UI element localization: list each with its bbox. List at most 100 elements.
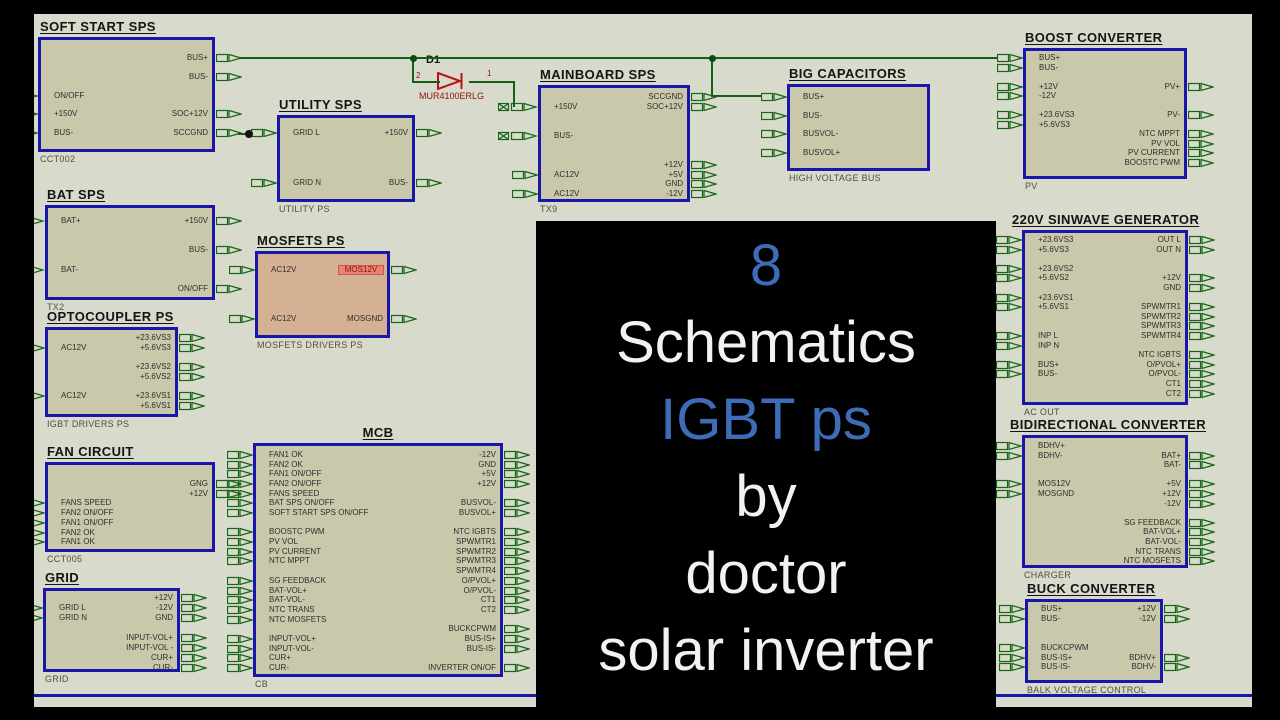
mcb-pin-ntc-igbts: NTC IGBTS [269, 527, 496, 537]
mainboard-sps-pin-icon [498, 102, 538, 112]
mcb-pin-icon [227, 556, 253, 566]
buck-converter-pin-icon [999, 604, 1025, 614]
soft-start-sps-pin-on-off: ON/OFF [54, 91, 208, 101]
optocoupler-ps-pin-icon [179, 401, 205, 411]
bat-sps-pin-150v: +150V [61, 216, 208, 226]
fan-circuit-pin-12v: +12V [61, 489, 208, 499]
bidirectional-converter-pin-12v: -12V [1038, 499, 1181, 509]
mcb-pin-icon [227, 605, 253, 615]
fan-circuit-title: FAN CIRCUIT [47, 445, 134, 459]
sinwave-generator-pin-icon [1189, 283, 1215, 293]
bidirectional-converter-pin-icon [1189, 479, 1215, 489]
optocoupler-ps-pin-icon [179, 362, 205, 372]
mainboard-sps-pin-12v: +12V [554, 160, 683, 170]
buck-converter-pin-bdhv: BDHV+ [1041, 653, 1156, 663]
grid-pin-icon [181, 613, 207, 623]
wire-junction-dot [245, 130, 253, 138]
mcb-pin-ntc-mosfets: NTC MOSFETS [269, 615, 496, 625]
mcb-pin-icon [504, 586, 530, 596]
bat-sps-pin-bat: BAT- [61, 265, 208, 275]
mcb-pin-busvol: BUSVOL+ [269, 508, 496, 518]
soft-start-sps-title: SOFT START SPS [40, 20, 156, 34]
mcb-pin-icon [227, 547, 253, 557]
sinwave-generator-pin-12v: +12V [1038, 273, 1181, 283]
sinwave-generator-pin-icon [996, 369, 1022, 379]
boost-converter-pin-icon [1188, 139, 1214, 149]
wire-segment [412, 81, 440, 83]
sinwave-generator-pin-icon [996, 331, 1022, 341]
mcb-pin-icon [504, 469, 530, 479]
soft-start-sps-pin-icon [34, 128, 38, 138]
big-capacitors-pin-bus: BUS+ [803, 92, 923, 102]
mosfets-ps-pin-mos12v: MOS12V [338, 265, 384, 275]
sinwave-generator-pin-gnd: GND [1038, 283, 1181, 293]
mcb-pin-icon [504, 556, 530, 566]
bidirectional-converter-pin-bdhv: BDHV+ [1038, 441, 1181, 451]
mcb-pin-icon [504, 644, 530, 654]
mcb-pin-icon [504, 576, 530, 586]
sinwave-generator-pin-icon [1189, 312, 1215, 322]
mainboard-sps-pin-sccgnd: SCCGND [554, 92, 683, 102]
fan-circuit-pin-fans-speed: FANS SPEED [61, 498, 208, 508]
bidirectional-converter-pin-icon [1189, 518, 1215, 528]
mcb-pin-o-pvol: O/PVOL- [269, 586, 496, 596]
soft-start-sps-label: CCT002 [40, 154, 75, 164]
soft-start-sps-pin-bus: BUS- [54, 72, 208, 82]
overlay-line: doctor [536, 535, 996, 612]
mcb-pin-icon [504, 547, 530, 557]
boost-converter-pin-bus: BUS+ [1039, 53, 1180, 63]
big-capacitors-pin-icon [761, 148, 787, 158]
buck-converter-title: BUCK CONVERTER [1027, 582, 1155, 596]
boost-converter-pin-icon [1188, 82, 1214, 92]
boost-converter-pin-5-6vs3: +5.6VS3 [1039, 120, 1180, 130]
buck-converter-label: BALK VOLTAGE CONTROL [1027, 685, 1146, 695]
grid-pin-icon [181, 603, 207, 613]
boost-converter-pin-bus: BUS- [1039, 63, 1180, 73]
boost-converter-pin-icon [1188, 110, 1214, 120]
mcb-pin-icon [504, 450, 530, 460]
utility-sps-pin-icon [251, 128, 277, 138]
mcb-pin-icon [227, 576, 253, 586]
buck-converter-pin-icon [999, 614, 1025, 624]
mcb-pin-bus-is: BUS-IS- [269, 644, 496, 654]
mcb-pin-icon [227, 498, 253, 508]
grid-pin-icon [181, 593, 207, 603]
mcb-pin-fans-speed: FANS SPEED [269, 489, 496, 499]
big-capacitors-pin-icon [761, 111, 787, 121]
diode-icon[interactable] [437, 72, 471, 92]
bat-sps-pin-icon [34, 265, 45, 275]
fan-circuit-pin-icon [34, 498, 45, 508]
optocoupler-ps-label: IGBT DRIVERS PS [47, 419, 129, 429]
bidirectional-converter-title: BIDIRECTIONAL CONVERTER [1010, 418, 1206, 432]
mcb-pin-cur: CUR+ [269, 653, 496, 663]
fan-circuit-pin-icon [34, 508, 45, 518]
buck-converter-pin-icon [1164, 662, 1190, 672]
buck-converter-pin-icon [999, 662, 1025, 672]
optocoupler-ps-title: OPTOCOUPLER PS [47, 310, 174, 324]
bidirectional-converter-pin-icon [1189, 489, 1215, 499]
bidirectional-converter-pin-icon [1189, 537, 1215, 547]
mainboard-sps-pin-icon [512, 170, 538, 180]
utility-sps-pin-icon [251, 178, 277, 188]
sinwave-generator-pin-icon [996, 293, 1022, 303]
mcb-label: CB [255, 679, 268, 689]
optocoupler-ps-pin-icon [179, 333, 205, 343]
optocoupler-ps-pin-5-6vs3: +5.6VS3 [61, 343, 171, 353]
big-capacitors-pin-icon [761, 129, 787, 139]
mcb-pin-icon [227, 634, 253, 644]
boost-converter-label: PV [1025, 181, 1038, 191]
sinwave-generator-pin-icon [1189, 331, 1215, 341]
buck-converter-pin-icon [1164, 604, 1190, 614]
mainboard-sps-pin-bus: BUS- [554, 131, 683, 141]
grid-pin-icon [181, 633, 207, 643]
bidirectional-converter-pin-icon [1189, 547, 1215, 557]
bidirectional-converter-pin-12v: +12V [1038, 489, 1181, 499]
mcb-pin-icon [504, 663, 530, 673]
mcb-pin-icon [504, 566, 530, 576]
fan-circuit-pin-gng: GNG [61, 479, 208, 489]
bidirectional-converter-label: CHARGER [1024, 570, 1071, 580]
diode-pin1-label: 1 [487, 69, 491, 78]
utility-sps-label: UTILITY PS [279, 204, 330, 214]
mcb-pin-spwmtr1: SPWMTR1 [269, 537, 496, 547]
grid-pin-gnd: GND [59, 613, 173, 623]
